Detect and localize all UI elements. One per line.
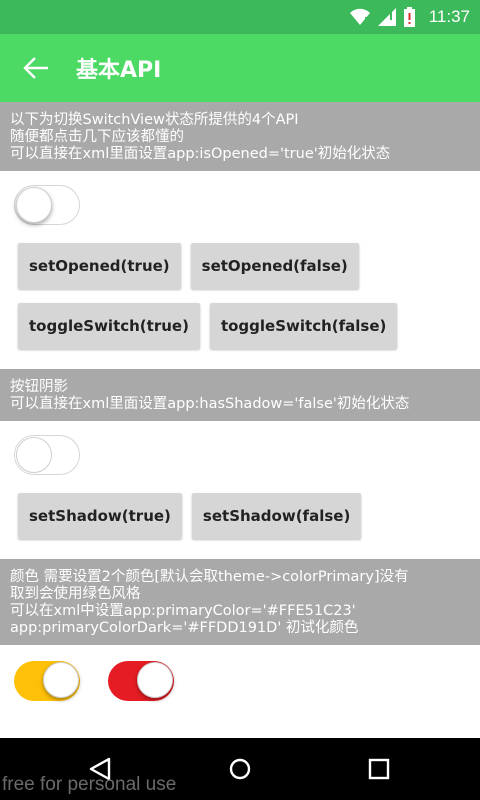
- shadow-switch-toggle[interactable]: [14, 435, 80, 475]
- section-header-line: 按钮阴影: [10, 379, 68, 395]
- status-bar: 11:37: [0, 0, 480, 34]
- status-time: 11:37: [428, 7, 470, 26]
- yellow-switch-toggle[interactable]: [14, 661, 80, 701]
- battery-icon: [403, 7, 415, 27]
- status-icons: 11:37: [349, 0, 470, 34]
- toggle-switch-false-button[interactable]: toggleSwitch(false): [209, 303, 398, 349]
- switch-knob: [43, 662, 79, 698]
- section-header-line: 颜色 需要设置2个颜色[默认会取theme->colorPrimary]没有: [10, 569, 409, 585]
- section-header-line: 可以直接在xml里面设置app:isOpened='true'初始化状态: [10, 146, 391, 162]
- watermark-text: free for personal use: [2, 774, 177, 795]
- home-circle-icon[interactable]: [226, 755, 254, 783]
- section-body-color: [0, 645, 480, 713]
- section-header-shadow: 按钮阴影 可以直接在xml里面设置app:hasShadow='false'初始…: [0, 369, 480, 421]
- section-header-color: 颜色 需要设置2个颜色[默认会取theme->colorPrimary]没有 取…: [0, 559, 480, 645]
- red-switch-toggle[interactable]: [108, 661, 174, 701]
- recents-square-icon[interactable]: [365, 755, 393, 783]
- button-row: toggleSwitch(true) toggleSwitch(false): [18, 303, 480, 349]
- switch-view-toggle[interactable]: [14, 185, 80, 225]
- app-toolbar: 基本API: [0, 34, 480, 102]
- section-header-line: 随便都点击几下应该都懂的: [10, 129, 184, 145]
- switch-knob: [16, 187, 52, 223]
- switch-knob: [16, 437, 52, 473]
- section-body-api: setOpened(true) setOpened(false) toggleS…: [0, 171, 480, 369]
- toggle-switch-true-button[interactable]: toggleSwitch(true): [18, 303, 200, 349]
- set-opened-true-button[interactable]: setOpened(true): [18, 243, 181, 289]
- set-shadow-false-button[interactable]: setShadow(false): [191, 493, 362, 539]
- section-header-line: 取到会使用绿色风格: [10, 586, 141, 602]
- color-switch-row: [14, 661, 480, 701]
- signal-icon: [377, 8, 396, 26]
- switch-knob: [137, 662, 173, 698]
- page-title: 基本API: [76, 58, 162, 83]
- section-header-api: 以下为切换SwitchView状态所提供的4个API 随便都点击几下应该都懂的 …: [0, 102, 480, 171]
- main-content[interactable]: 以下为切换SwitchView状态所提供的4个API 随便都点击几下应该都懂的 …: [0, 102, 480, 738]
- section-header-line: app:primaryColorDark='#FFDD191D' 初试化颜色: [10, 620, 359, 636]
- button-row: setOpened(true) setOpened(false): [18, 243, 480, 289]
- section-header-line: 可以在xml中设置app:primaryColor='#FFE51C23': [10, 603, 356, 619]
- section-body-shadow: setShadow(true) setShadow(false): [0, 421, 480, 559]
- wifi-icon: [349, 8, 370, 25]
- section-header-line: 可以直接在xml里面设置app:hasShadow='false'初始化状态: [10, 396, 410, 412]
- set-opened-false-button[interactable]: setOpened(false): [190, 243, 359, 289]
- section-header-line: 以下为切换SwitchView状态所提供的4个API: [10, 112, 299, 128]
- arrow-left-icon[interactable]: [22, 55, 50, 81]
- set-shadow-true-button[interactable]: setShadow(true): [18, 493, 182, 539]
- button-row: setShadow(true) setShadow(false): [18, 493, 480, 539]
